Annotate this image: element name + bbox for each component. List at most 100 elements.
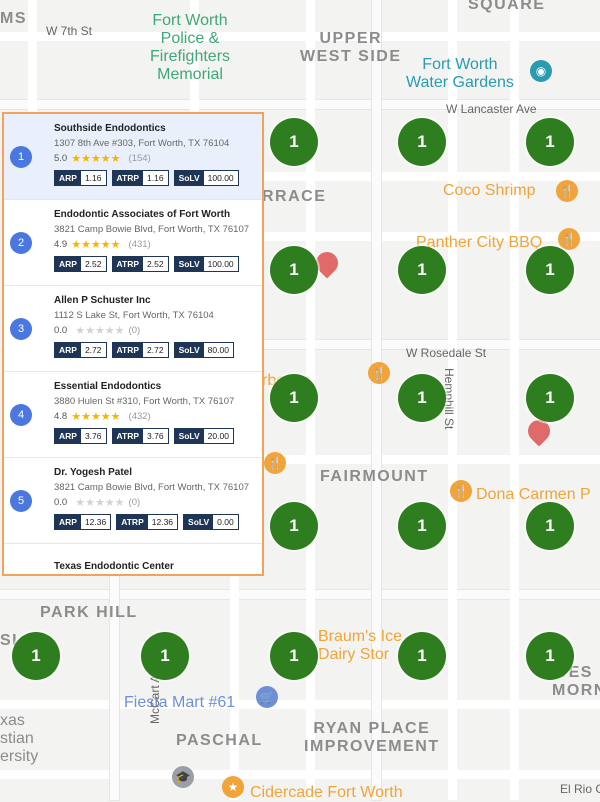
star-rating-icon: ★★★★★ <box>71 239 121 251</box>
map-label-rosedale: W Rosedale St <box>406 346 487 360</box>
grid-rank-marker[interactable]: 1 <box>526 374 574 422</box>
arp-metric: ARP 2.52 <box>54 256 107 272</box>
empty-star-icon: ★★★★★ <box>75 325 125 337</box>
grid-rank-marker[interactable]: 1 <box>270 246 318 294</box>
map-label-cidercade: Cidercade Fort Worth <box>250 784 403 801</box>
map-label-upper-west-side: UPPER WEST SIDE <box>300 30 402 65</box>
school-icon: 🎓 <box>172 766 194 788</box>
review-count: (0) <box>128 497 141 508</box>
map-label-ms: MS <box>0 10 27 27</box>
arp-metric: ARP 12.36 <box>54 514 112 530</box>
map-label-park-hill: PARK HILL <box>40 604 138 621</box>
star-rating-icon: ★★★★★ <box>71 153 121 165</box>
solv-metric: SoLV 0.00 <box>183 514 239 530</box>
rank-badge: 2 <box>10 232 32 254</box>
map-label-texas-university: xas stian ersity <box>0 712 39 765</box>
business-address: 3821 Camp Bowie Blvd, Fort Worth, TX 761… <box>54 482 250 493</box>
grid-rank-marker[interactable]: 1 <box>270 118 318 166</box>
map-label-braums: Braum's Ice Dairy Stor <box>318 628 402 663</box>
map-label-w7th: W 7th St <box>46 24 93 38</box>
restaurant-icon: 🍴 <box>450 480 472 502</box>
rating-value: 5.0 <box>54 153 68 164</box>
review-count: (0) <box>128 325 141 336</box>
grid-rank-marker[interactable]: 1 <box>526 246 574 294</box>
business-address: 3880 Hulen St #310, Fort Worth, TX 76107 <box>54 396 235 407</box>
solv-metric: SoLV 20.00 <box>173 428 234 444</box>
grid-rank-marker[interactable]: 1 <box>398 374 446 422</box>
results-panel[interactable]: 1 Southside Endodontics 1307 8th Ave #30… <box>2 112 264 576</box>
rank-badge: 5 <box>10 490 32 512</box>
atrp-metric: ATRP 12.36 <box>116 514 179 530</box>
business-name[interactable]: Texas Endodontic Center <box>54 561 174 572</box>
business-name[interactable]: Endodontic Associates of Fort Worth <box>54 209 256 220</box>
grid-rank-marker[interactable]: 1 <box>526 502 574 550</box>
restaurant-icon: 🍴 <box>368 362 390 384</box>
atrp-metric: ATRP 3.76 <box>111 428 169 444</box>
rating-value: 4.8 <box>54 411 68 422</box>
grid-rank-marker[interactable]: 1 <box>141 632 189 680</box>
review-count: (432) <box>128 411 151 422</box>
grid-rank-marker[interactable]: 1 <box>12 632 60 680</box>
map-label-coco-shrimp: Coco Shrimp <box>443 182 536 199</box>
arp-metric: ARP 3.76 <box>54 428 107 444</box>
road <box>230 572 239 800</box>
grid-rank-marker[interactable]: 1 <box>398 632 446 680</box>
road <box>28 0 37 112</box>
restaurant-icon: 🍴 <box>558 228 580 250</box>
result-item[interactable]: 5 Dr. Yogesh Patel 3821 Camp Bowie Blvd,… <box>4 458 262 544</box>
result-item[interactable]: 1 Southside Endodontics 1307 8th Ave #30… <box>4 114 262 200</box>
grid-rank-marker[interactable]: 1 <box>398 502 446 550</box>
restaurant-icon: 🍴 <box>556 180 578 202</box>
map-label-dona-carmen: Dona Carmen P <box>476 486 591 503</box>
business-name[interactable]: Dr. Yogesh Patel <box>54 467 256 478</box>
grid-rank-marker[interactable]: 1 <box>526 118 574 166</box>
business-name[interactable]: Allen P Schuster Inc <box>54 295 256 306</box>
rating-value: 0.0 <box>54 497 68 508</box>
atrp-metric: ATRP 1.16 <box>111 170 169 186</box>
empty-star-icon: ★★★★★ <box>75 497 125 509</box>
business-address: 1307 8th Ave #303, Fort Worth, TX 76104 <box>54 138 230 149</box>
map-label-ryan-place: RYAN PLACE IMPROVEMENT <box>304 720 440 755</box>
map-label-el-rio: El Rio Gr <box>560 782 600 796</box>
rating-value: 4.9 <box>54 239 68 250</box>
business-name[interactable]: Essential Endodontics <box>54 381 256 392</box>
rank-badge: 4 <box>10 404 32 426</box>
shopping-cart-icon: 🛒 <box>256 686 278 708</box>
business-address: 3821 Camp Bowie Blvd, Fort Worth, TX 761… <box>54 224 250 235</box>
rating-value: 0.0 <box>54 325 68 336</box>
map-label-rrace: RRACE <box>262 188 327 205</box>
grid-rank-marker[interactable]: 1 <box>270 632 318 680</box>
entertainment-icon: ★ <box>222 776 244 798</box>
road <box>372 0 381 800</box>
rank-badge: 3 <box>10 318 32 340</box>
map-label-fiesta-mart: Fiesta Mart #61 <box>124 694 236 711</box>
result-item[interactable]: 3 Allen P Schuster Inc 1112 S Lake St, F… <box>4 286 262 372</box>
map-label-square: SQUARE <box>468 0 546 13</box>
atrp-metric: ATRP 2.52 <box>111 256 169 272</box>
road <box>510 0 519 800</box>
arp-metric: ARP 1.16 <box>54 170 107 186</box>
result-item[interactable]: 4 Essential Endodontics 3880 Hulen St #3… <box>4 372 262 458</box>
result-item[interactable]: 2 Endodontic Associates of Fort Worth 38… <box>4 200 262 286</box>
review-count: (154) <box>128 153 151 164</box>
grid-rank-marker[interactable]: 1 <box>526 632 574 680</box>
atrp-metric: ATRP 2.72 <box>111 342 169 358</box>
grid-rank-marker[interactable]: 1 <box>398 118 446 166</box>
business-address: 1112 S Lake St, Fort Worth, TX 76104 <box>54 310 214 321</box>
grid-rank-marker[interactable]: 1 <box>270 374 318 422</box>
restaurant-icon: 🍴 <box>264 452 286 474</box>
business-name[interactable]: Southside Endodontics <box>54 123 256 134</box>
grid-rank-marker[interactable]: 1 <box>398 246 446 294</box>
solv-metric: SoLV 100.00 <box>173 256 239 272</box>
camera-icon: ◉ <box>530 60 552 82</box>
star-rating-icon: ★★★★★ <box>71 411 121 423</box>
grid-rank-marker[interactable]: 1 <box>270 502 318 550</box>
map-label-police-memorial: Fort Worth Police & Firefighters Memoria… <box>150 12 231 83</box>
review-count: (431) <box>128 239 151 250</box>
map-label-paschal: PASCHAL <box>176 732 263 749</box>
solv-metric: SoLV 100.00 <box>173 170 239 186</box>
map-label-water-gardens: Fort Worth Water Gardens <box>406 56 514 91</box>
solv-metric: SoLV 80.00 <box>173 342 234 358</box>
map-label-fairmount: FAIRMOUNT <box>320 468 429 485</box>
arp-metric: ARP 2.72 <box>54 342 107 358</box>
